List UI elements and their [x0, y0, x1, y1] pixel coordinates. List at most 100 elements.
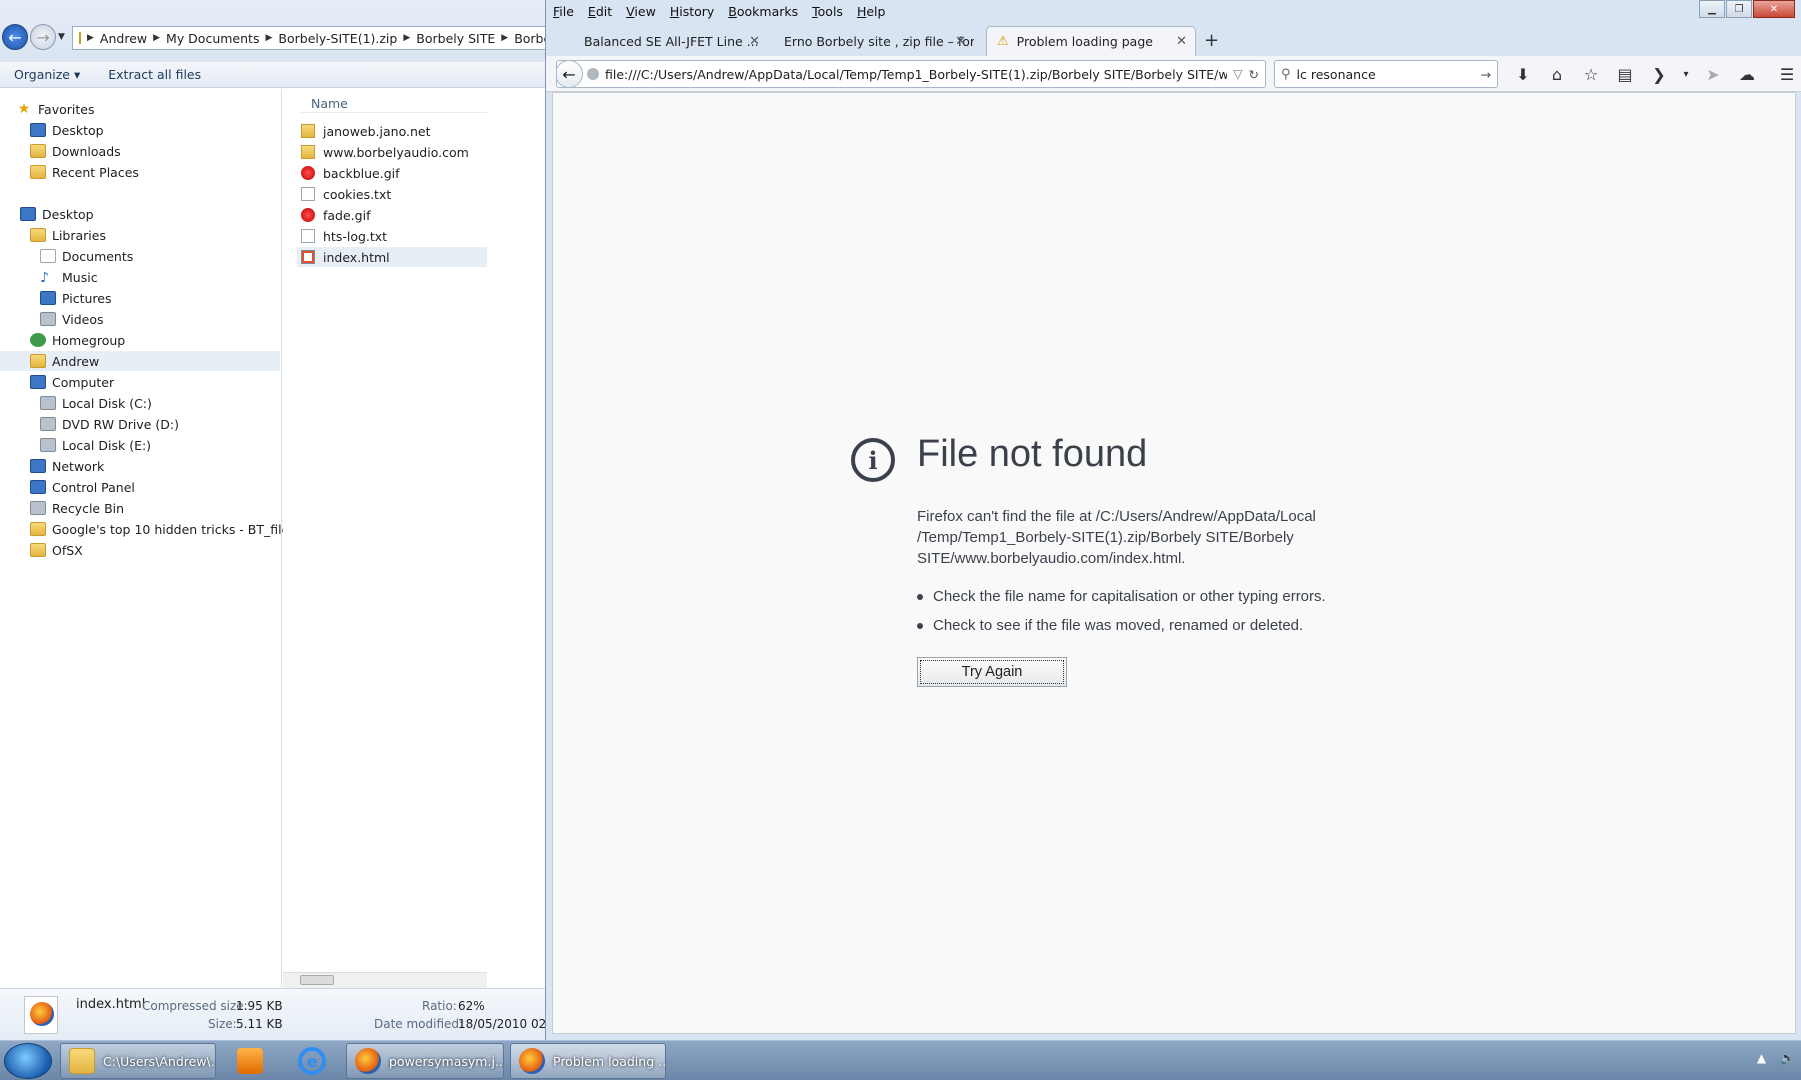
list-item[interactable]: cookies.txt [297, 184, 487, 204]
extract-all-button[interactable]: Extract all files [94, 67, 215, 82]
list-item[interactable]: fade.gif [297, 205, 487, 225]
column-header-name[interactable]: Name [301, 93, 487, 113]
detail-filename: index.html [76, 997, 146, 1012]
nav-dvd-d[interactable]: DVD RW Drive (D:) [40, 414, 179, 434]
menu-help[interactable]: Help [850, 4, 893, 19]
breadcrumb[interactable]: ▶ Andrew ▶ My Documents ▶ Borbely-SITE(1… [72, 26, 548, 50]
search-input[interactable]: lc resonance [1297, 67, 1376, 82]
breadcrumb-item[interactable]: Borbely SI [508, 31, 547, 46]
volume-icon[interactable]: 🔈 [1780, 1051, 1795, 1065]
nav-pictures[interactable]: Pictures [40, 288, 112, 308]
reading-list-icon[interactable]: ▤ [1608, 62, 1642, 86]
download-icon[interactable]: ⬇ [1506, 62, 1540, 86]
nav-local-disk-e[interactable]: Local Disk (E:) [40, 435, 151, 455]
nav-desktop[interactable]: Desktop [30, 120, 104, 140]
search-go-icon[interactable]: → [1481, 67, 1491, 82]
tab-erno-borbely[interactable]: Erno Borbely site , zip file – for ... ✕ [774, 26, 974, 56]
nav-recent-places[interactable]: Recent Places [30, 162, 139, 182]
nav-control-panel[interactable]: Control Panel [30, 477, 135, 497]
hamburger-menu-icon[interactable]: ☰ [1770, 62, 1801, 86]
new-tab-button[interactable]: + [1204, 30, 1219, 51]
breadcrumb-item[interactable]: My Documents [160, 31, 265, 46]
url-dropdown-icon[interactable]: ▽ [1227, 67, 1248, 81]
history-dropdown-icon[interactable]: ▼ [58, 32, 65, 42]
breadcrumb-item[interactable]: Borbely SITE [410, 31, 501, 46]
nav-homegroup[interactable]: Homegroup [30, 330, 125, 350]
internet-explorer-icon: e [298, 1047, 326, 1075]
chat-icon[interactable]: ☁ [1730, 62, 1764, 86]
back-button[interactable]: ← [2, 24, 28, 50]
forward-button[interactable]: → [30, 24, 56, 50]
taskbar-internet-explorer[interactable]: e [290, 1045, 334, 1077]
home-icon[interactable]: ⌂ [1540, 62, 1574, 86]
close-tab-icon[interactable]: ✕ [955, 34, 966, 49]
breadcrumb-item[interactable]: Andrew [94, 31, 153, 46]
nav-computer[interactable]: Computer [30, 372, 114, 392]
url-text[interactable]: file:///C:/Users/Andrew/AppData/Local/Te… [605, 67, 1227, 82]
list-item[interactable]: index.html [297, 247, 487, 267]
chevron-right-icon: ▶ [403, 33, 411, 43]
bookmark-star-icon[interactable]: ☆ [1574, 62, 1608, 86]
nav-libraries[interactable]: Libraries [30, 225, 106, 245]
url-bar[interactable]: ← file:///C:/Users/Andrew/AppData/Local/… [556, 60, 1266, 88]
tab-title: Balanced SE All-JFET Line ... [584, 33, 759, 49]
menu-view[interactable]: View [619, 4, 663, 19]
nav-ofsx[interactable]: OfSX [30, 540, 83, 560]
pocket-icon[interactable]: ❯ [1642, 62, 1676, 86]
overflow-dropdown-icon[interactable]: ▾ [1676, 62, 1696, 86]
nav-label: Control Panel [52, 479, 135, 495]
scrollbar-thumb[interactable] [300, 975, 334, 985]
close-tab-icon[interactable]: ✕ [749, 34, 760, 49]
breadcrumb-item[interactable]: Borbely-SITE(1).zip [272, 31, 403, 46]
navigation-toolbar: ← file:///C:/Users/Andrew/AppData/Local/… [546, 56, 1801, 92]
nav-local-disk-c[interactable]: Local Disk (C:) [40, 393, 152, 413]
documents-icon [40, 249, 56, 263]
computer-icon [30, 375, 46, 389]
taskbar-explorer[interactable]: C:\Users\Andrew\... [60, 1043, 216, 1079]
menu-file[interactable]: File [546, 4, 581, 19]
taskbar-firefox-2[interactable]: Problem loading ... [510, 1043, 666, 1079]
size-label: Size: [208, 1017, 237, 1031]
start-button[interactable] [4, 1043, 52, 1079]
taskbar-firefox-1[interactable]: powersymasym.j... [346, 1043, 504, 1079]
list-item[interactable]: hts-log.txt [297, 226, 487, 246]
tab-problem-loading[interactable]: ⚠ Problem loading page ✕ [986, 26, 1196, 56]
back-button[interactable]: ← [557, 61, 583, 87]
nav-andrew[interactable]: Andrew [0, 351, 280, 371]
close-tab-icon[interactable]: ✕ [1176, 34, 1187, 49]
toolbar-icons: ⬇ ⌂ ☆ ▤ ❯ ▾ ➤ ☁ ☰ [1506, 62, 1801, 86]
list-item[interactable]: backblue.gif [297, 163, 487, 183]
error-description: Firefox can't find the file at /C:/Users… [917, 508, 1316, 567]
menu-history[interactable]: History [663, 4, 721, 19]
list-item[interactable]: www.borbelyaudio.com [297, 142, 487, 162]
tray-expand-icon[interactable]: ▲ [1757, 1051, 1766, 1065]
folder-icon [30, 543, 46, 557]
taskbar-media-player[interactable] [228, 1045, 272, 1077]
nav-network[interactable]: Network [30, 456, 104, 476]
search-bar[interactable]: ⚲ lc resonance → [1274, 60, 1498, 88]
send-icon[interactable]: ➤ [1696, 62, 1730, 86]
nav-desktop-root[interactable]: Desktop [20, 204, 94, 224]
nav-documents[interactable]: Documents [40, 246, 133, 266]
menu-bookmarks[interactable]: Bookmarks [721, 4, 805, 19]
menu-tools[interactable]: Tools [805, 4, 850, 19]
folder-icon [69, 1048, 95, 1074]
list-item[interactable]: janoweb.jano.net [297, 121, 487, 141]
reload-icon[interactable]: ↻ [1249, 67, 1265, 82]
nav-label: Homegroup [52, 332, 126, 348]
nav-music[interactable]: ♪ Music [40, 267, 98, 287]
nav-downloads[interactable]: Downloads [30, 141, 121, 161]
nav-recycle-bin[interactable]: Recycle Bin [30, 498, 124, 518]
minimize-button[interactable]: ▁ [1699, 0, 1725, 18]
nav-videos[interactable]: Videos [40, 309, 104, 329]
tab-balanced-se[interactable]: Balanced SE All-JFET Line ... ✕ [568, 26, 768, 56]
nav-favorites[interactable]: ★ Favorites [16, 99, 95, 119]
organize-button[interactable]: Organize ▾ [0, 67, 94, 82]
nav-label: Downloads [52, 143, 121, 159]
menu-edit[interactable]: Edit [581, 4, 619, 19]
nav-google-folder[interactable]: Google's top 10 hidden tricks - BT_files [30, 519, 296, 539]
try-again-button[interactable]: Try Again [917, 657, 1067, 687]
star-icon: ★ [17, 101, 31, 117]
close-window-button[interactable]: ✕ [1753, 0, 1795, 18]
maximize-button[interactable]: ❐ [1726, 0, 1752, 18]
